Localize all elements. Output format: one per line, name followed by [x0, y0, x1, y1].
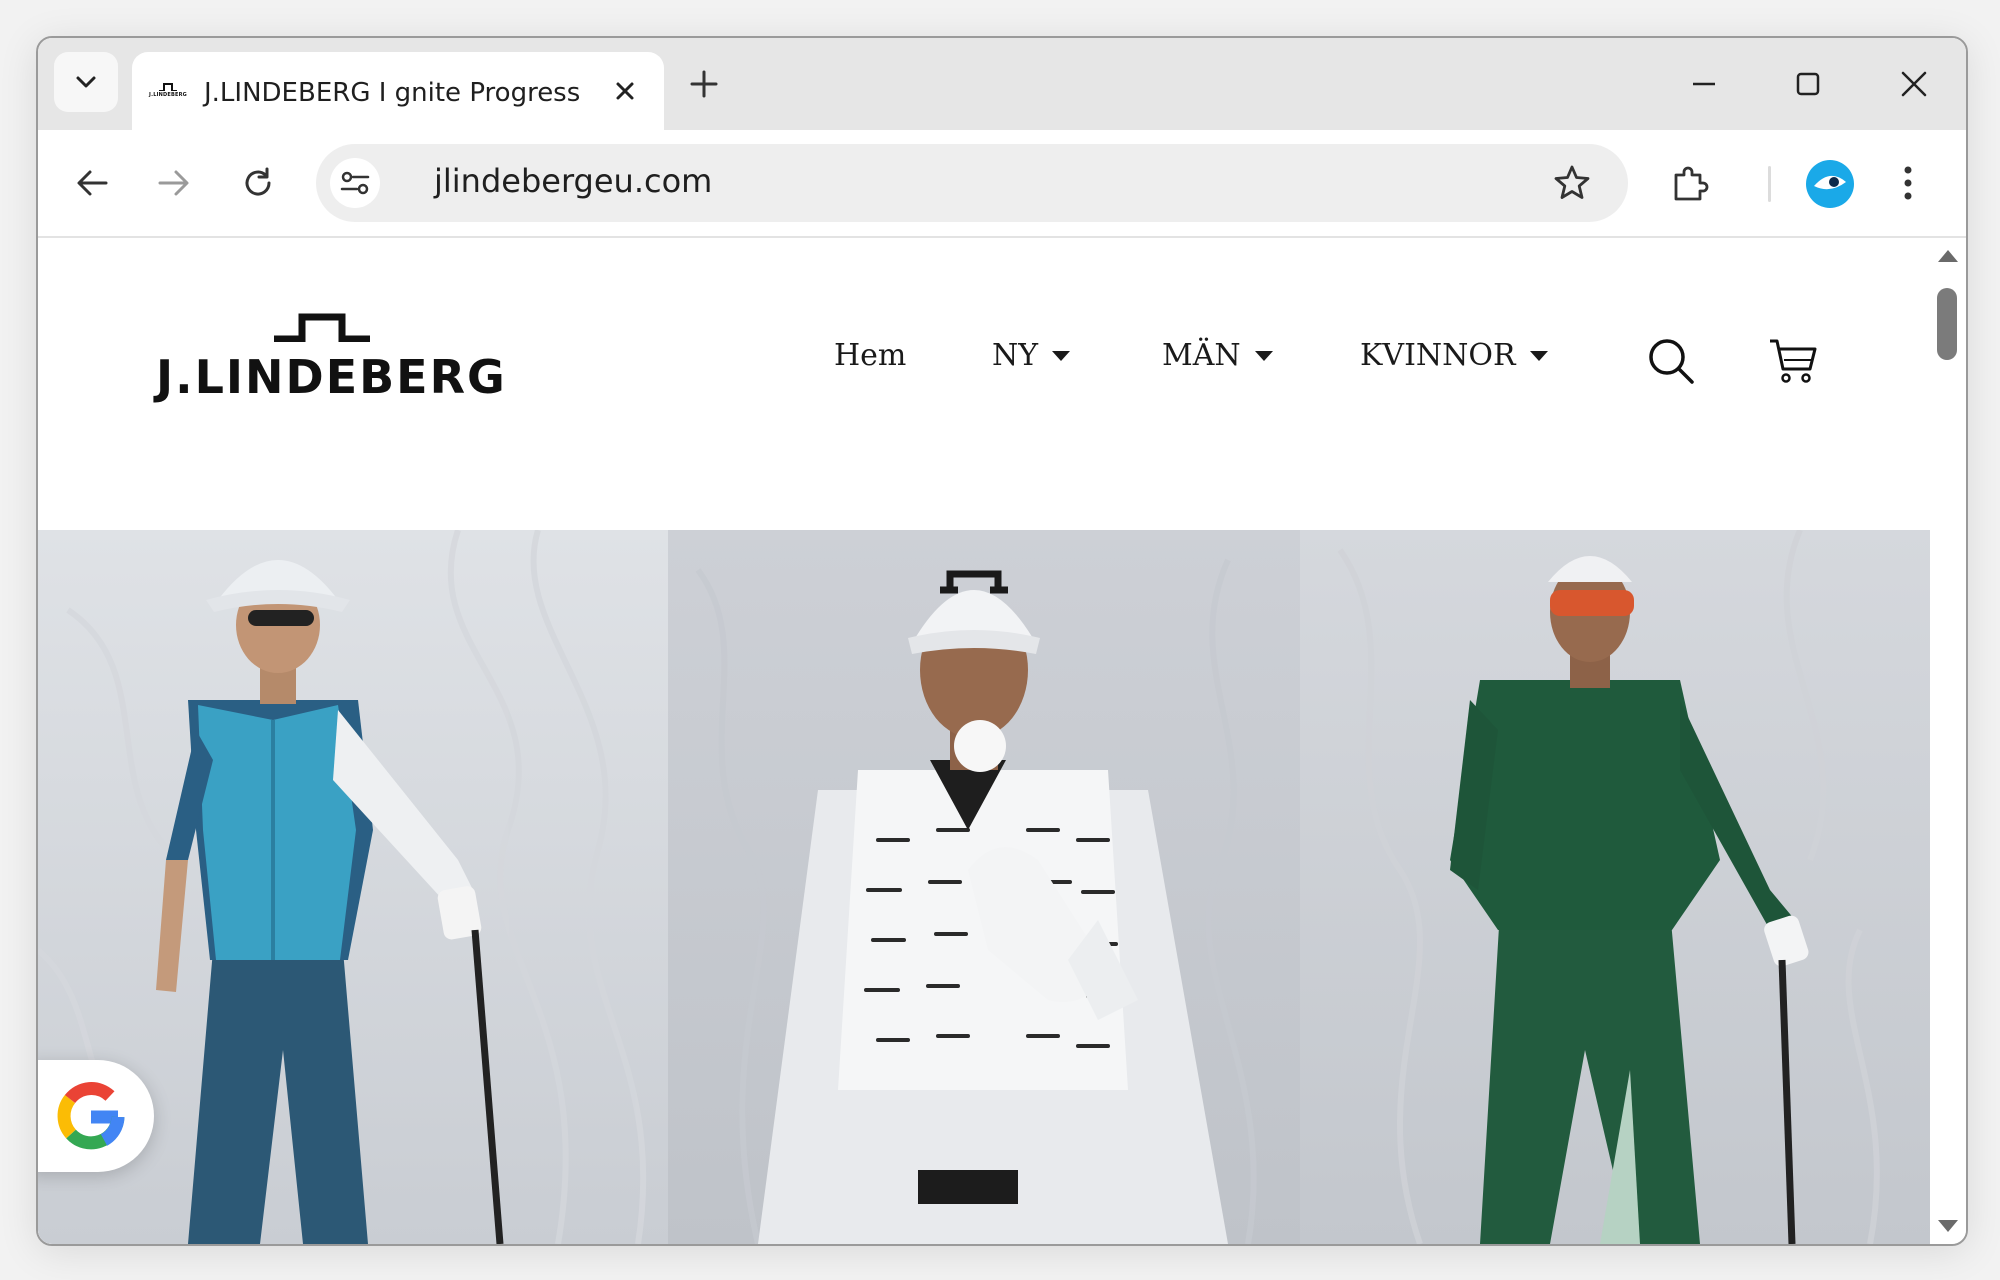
- caret-down-icon: [1529, 350, 1548, 361]
- nav-item-ny[interactable]: NY: [992, 338, 1071, 373]
- extensions-button[interactable]: [1666, 159, 1714, 207]
- site-info-button[interactable]: [330, 158, 380, 208]
- search-icon[interactable]: [1646, 336, 1696, 386]
- logo-wordmark: J.LINDEBERG: [156, 350, 507, 404]
- close-window-button[interactable]: [1892, 62, 1936, 106]
- maximize-icon: [1796, 72, 1820, 96]
- back-button[interactable]: [68, 159, 116, 207]
- jl-logo-mark: [274, 313, 370, 342]
- nav-label: KVINNOR: [1360, 338, 1516, 373]
- page-viewport: J.LINDEBERG Hem NY MÄN KVINNOR: [38, 238, 1930, 1244]
- minimize-icon: [1693, 82, 1715, 86]
- active-tab[interactable]: J.LINDEBERG J.LINDEBERG I gnite Progress: [132, 52, 664, 130]
- tab-search-button[interactable]: [54, 52, 118, 112]
- arrow-left-icon: [77, 170, 108, 196]
- reload-icon: [245, 167, 271, 196]
- page-scrollbar[interactable]: [1930, 238, 1966, 1244]
- puzzle-icon: [1674, 166, 1709, 201]
- browser-toolbar: jlindebergeu.com: [38, 130, 1966, 238]
- scroll-up-arrow-icon[interactable]: [1938, 250, 1958, 262]
- caret-down-icon: [1254, 350, 1273, 361]
- browser-window: J.LINDEBERG J.LINDEBERG I gnite Progress: [36, 36, 1968, 1246]
- hero-image-3: [1337, 530, 1880, 1244]
- scrollbar-thumb[interactable]: [1937, 288, 1957, 360]
- nav-item-man[interactable]: MÄN: [1162, 338, 1273, 373]
- minimize-button[interactable]: [1682, 62, 1726, 106]
- arrow-right-icon: [158, 170, 189, 196]
- nav-item-hem[interactable]: Hem: [834, 338, 906, 373]
- new-tab-button[interactable]: [688, 68, 720, 100]
- bookmark-star-icon[interactable]: [1552, 163, 1592, 203]
- nav-label: Hem: [834, 338, 907, 373]
- close-tab-icon[interactable]: [610, 76, 640, 106]
- maximize-button[interactable]: [1786, 62, 1830, 106]
- profile-avatar[interactable]: [1806, 160, 1854, 208]
- forward-button[interactable]: [150, 159, 198, 207]
- chevron-down-icon: [76, 76, 96, 88]
- site-header: J.LINDEBERG Hem NY MÄN KVINNOR: [38, 238, 1930, 530]
- hero-banner[interactable]: [38, 530, 1930, 1244]
- close-icon: [1901, 71, 1927, 97]
- nav-label: MÄN: [1162, 338, 1241, 373]
- site-logo[interactable]: J.LINDEBERG: [156, 312, 506, 408]
- google-icon: [57, 1082, 125, 1150]
- kebab-menu-icon: [1904, 166, 1912, 200]
- nav-label: NY: [992, 338, 1039, 373]
- nav-item-kvinnor[interactable]: KVINNOR: [1360, 338, 1548, 373]
- profile-avatar-icon: [1814, 175, 1846, 190]
- hero-panel-3[interactable]: [1300, 530, 1930, 1244]
- hero-panel-2[interactable]: [668, 530, 1300, 1244]
- tab-title: J.LINDEBERG I gnite Progress: [204, 78, 581, 108]
- url-text[interactable]: jlindebergeu.com: [434, 162, 712, 200]
- toolbar-separator: [1768, 166, 1771, 202]
- cart-icon[interactable]: [1768, 336, 1818, 386]
- google-floating-button[interactable]: [38, 1060, 154, 1172]
- scroll-down-arrow-icon[interactable]: [1938, 1220, 1958, 1232]
- browser-menu-button[interactable]: [1884, 159, 1932, 207]
- reload-button[interactable]: [234, 159, 282, 207]
- caret-down-icon: [1052, 350, 1071, 361]
- tab-strip: J.LINDEBERG J.LINDEBERG I gnite Progress: [38, 38, 1966, 130]
- favicon: J.LINDEBERG: [149, 78, 187, 102]
- tune-icon: [340, 171, 370, 195]
- hero-image-2: [695, 558, 1257, 1244]
- address-bar[interactable]: jlindebergeu.com: [316, 144, 1628, 222]
